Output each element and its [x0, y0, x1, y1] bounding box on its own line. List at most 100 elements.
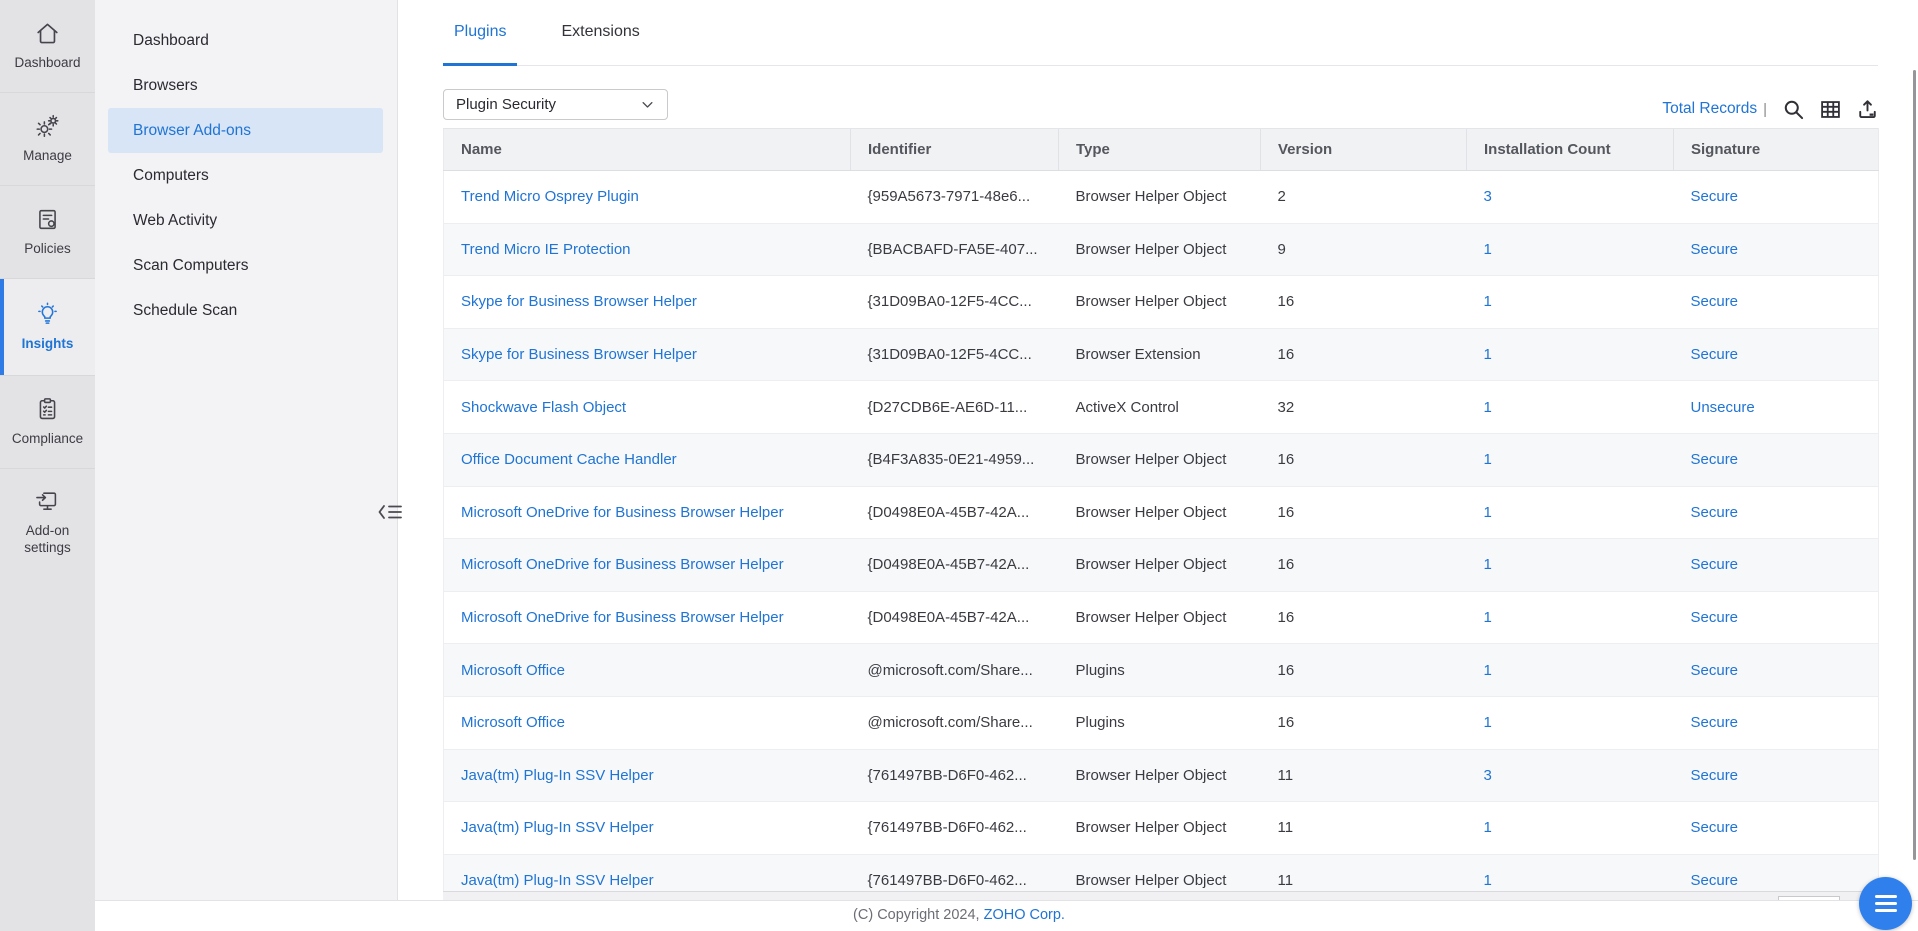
version-cell: 2	[1261, 171, 1467, 224]
identifier-cell: @microsoft.com/Share...	[851, 644, 1059, 697]
tab-plugins[interactable]: Plugins	[443, 0, 517, 66]
plugin-name-link[interactable]: Java(tm) Plug-In SSV Helper	[461, 767, 654, 784]
signature-link[interactable]: Secure	[1691, 451, 1739, 468]
plugins-table-body: Trend Micro Osprey Plugin {959A5673-7971…	[444, 171, 1879, 907]
installation-count-link[interactable]: 3	[1484, 188, 1492, 205]
version-cell: 32	[1261, 381, 1467, 434]
sidebar-item-web-activity[interactable]: Web Activity	[108, 198, 383, 243]
signature-link[interactable]: Secure	[1691, 609, 1739, 626]
signature-link[interactable]: Unsecure	[1691, 399, 1755, 416]
collapse-sidebar-button[interactable]	[374, 500, 406, 524]
table-row: Java(tm) Plug-In SSV Helper {761497BB-D6…	[444, 749, 1879, 802]
plugin-name-link[interactable]: Trend Micro Osprey Plugin	[461, 188, 639, 205]
installation-count-link[interactable]: 1	[1484, 346, 1492, 363]
column-header-name[interactable]: Name	[444, 129, 851, 171]
rail-item-policies[interactable]: Policies	[0, 186, 95, 279]
installation-count-link[interactable]: 3	[1484, 767, 1492, 784]
sidebar-item-scan-computers[interactable]: Scan Computers	[108, 243, 383, 288]
installation-count-link[interactable]: 1	[1484, 819, 1492, 836]
sidebar-item-browser-add-ons[interactable]: Browser Add-ons	[108, 108, 383, 153]
rail-item-compliance[interactable]: Compliance	[0, 376, 95, 469]
installation-count-link[interactable]: 1	[1484, 241, 1492, 258]
total-records-link[interactable]: Total Records	[1662, 100, 1757, 118]
identifier-cell: {BBACBAFD-FA5E-407...	[851, 223, 1059, 276]
table-row: Trend Micro Osprey Plugin {959A5673-7971…	[444, 171, 1879, 224]
home-icon	[34, 20, 61, 47]
type-cell: Browser Helper Object	[1059, 276, 1261, 329]
column-header-installation-count[interactable]: Installation Count	[1467, 129, 1674, 171]
chevron-down-icon	[640, 97, 655, 112]
plugin-name-link[interactable]: Microsoft OneDrive for Business Browser …	[461, 504, 784, 521]
signature-link[interactable]: Secure	[1691, 188, 1739, 205]
main-content: Plugins Extensions Plugin Security Total…	[398, 0, 1918, 900]
plugin-name-link[interactable]: Microsoft OneDrive for Business Browser …	[461, 556, 784, 573]
type-cell: Browser Helper Object	[1059, 171, 1261, 224]
column-header-version[interactable]: Version	[1261, 129, 1467, 171]
type-cell: Browser Helper Object	[1059, 591, 1261, 644]
signature-link[interactable]: Secure	[1691, 662, 1739, 679]
installation-count-link[interactable]: 1	[1484, 293, 1492, 310]
plugins-table: Name Identifier Type Version Installatio…	[443, 128, 1878, 907]
plugin-security-dropdown[interactable]: Plugin Security	[443, 89, 668, 120]
plugin-name-link[interactable]: Microsoft OneDrive for Business Browser …	[461, 609, 784, 626]
sidebar-item-browsers[interactable]: Browsers	[108, 63, 383, 108]
identifier-cell: {D0498E0A-45B7-42A...	[851, 539, 1059, 592]
signature-link[interactable]: Secure	[1691, 346, 1739, 363]
version-cell: 11	[1261, 749, 1467, 802]
signature-link[interactable]: Secure	[1691, 241, 1739, 258]
version-cell: 16	[1261, 644, 1467, 697]
installation-count-link[interactable]: 1	[1484, 609, 1492, 626]
table-grid-icon[interactable]	[1820, 99, 1841, 120]
sidebar-item-computers[interactable]: Computers	[108, 153, 383, 198]
rail-item-add-on-settings[interactable]: Add-on settings	[0, 469, 95, 575]
signature-link[interactable]: Secure	[1691, 556, 1739, 573]
plugin-name-link[interactable]: Trend Micro IE Protection	[461, 241, 631, 258]
installation-count-link[interactable]: 1	[1484, 662, 1492, 679]
identifier-cell: {31D09BA0-12F5-4CC...	[851, 276, 1059, 329]
installation-count-link[interactable]: 1	[1484, 399, 1492, 416]
plugin-name-link[interactable]: Skype for Business Browser Helper	[461, 293, 697, 310]
plugin-name-link[interactable]: Microsoft Office	[461, 662, 565, 679]
clipboard-icon	[34, 396, 61, 423]
sidebar-item-schedule-scan[interactable]: Schedule Scan	[108, 288, 383, 333]
rail-item-manage[interactable]: Manage	[0, 93, 95, 186]
type-cell: Browser Helper Object	[1059, 539, 1261, 592]
table-toolbar: Total Records |	[1662, 97, 1878, 121]
signature-link[interactable]: Secure	[1691, 872, 1739, 889]
installation-count-link[interactable]: 1	[1484, 714, 1492, 731]
type-cell: Plugins	[1059, 696, 1261, 749]
installation-count-link[interactable]: 1	[1484, 451, 1492, 468]
plugin-name-link[interactable]: Microsoft Office	[461, 714, 565, 731]
insights-sidebar: Dashboard Browsers Browser Add-ons Compu…	[95, 0, 398, 900]
plugin-name-link[interactable]: Shockwave Flash Object	[461, 399, 626, 416]
rail-item-insights[interactable]: Insights	[0, 279, 95, 376]
plugin-name-link[interactable]: Skype for Business Browser Helper	[461, 346, 697, 363]
signature-link[interactable]: Secure	[1691, 504, 1739, 521]
plugin-name-link[interactable]: Office Document Cache Handler	[461, 451, 677, 468]
tab-extensions[interactable]: Extensions	[550, 0, 650, 66]
installation-count-link[interactable]: 1	[1484, 504, 1492, 521]
vertical-scrollbar[interactable]	[1913, 70, 1916, 860]
search-icon[interactable]	[1783, 99, 1804, 120]
sidebar-item-dashboard[interactable]: Dashboard	[108, 18, 383, 63]
installation-count-link[interactable]: 1	[1484, 872, 1492, 889]
table-row: Microsoft Office @microsoft.com/Share...…	[444, 644, 1879, 697]
plugin-name-link[interactable]: Java(tm) Plug-In SSV Helper	[461, 819, 654, 836]
plugin-name-link[interactable]: Java(tm) Plug-In SSV Helper	[461, 872, 654, 889]
column-header-signature[interactable]: Signature	[1674, 129, 1879, 171]
signature-link[interactable]: Secure	[1691, 819, 1739, 836]
type-cell: ActiveX Control	[1059, 381, 1261, 434]
version-cell: 16	[1261, 276, 1467, 329]
rail-item-dashboard[interactable]: Dashboard	[0, 0, 95, 93]
installation-count-link[interactable]: 1	[1484, 556, 1492, 573]
export-icon[interactable]	[1857, 99, 1878, 120]
dropdown-selected-value: Plugin Security	[456, 96, 556, 113]
column-header-type[interactable]: Type	[1059, 129, 1261, 171]
column-header-identifier[interactable]: Identifier	[851, 129, 1059, 171]
signature-link[interactable]: Secure	[1691, 293, 1739, 310]
signature-link[interactable]: Secure	[1691, 767, 1739, 784]
signature-link[interactable]: Secure	[1691, 714, 1739, 731]
floating-menu-button[interactable]	[1859, 877, 1912, 930]
identifier-cell: {D0498E0A-45B7-42A...	[851, 591, 1059, 644]
zoho-corp-link[interactable]: ZOHO Corp.	[984, 907, 1065, 923]
